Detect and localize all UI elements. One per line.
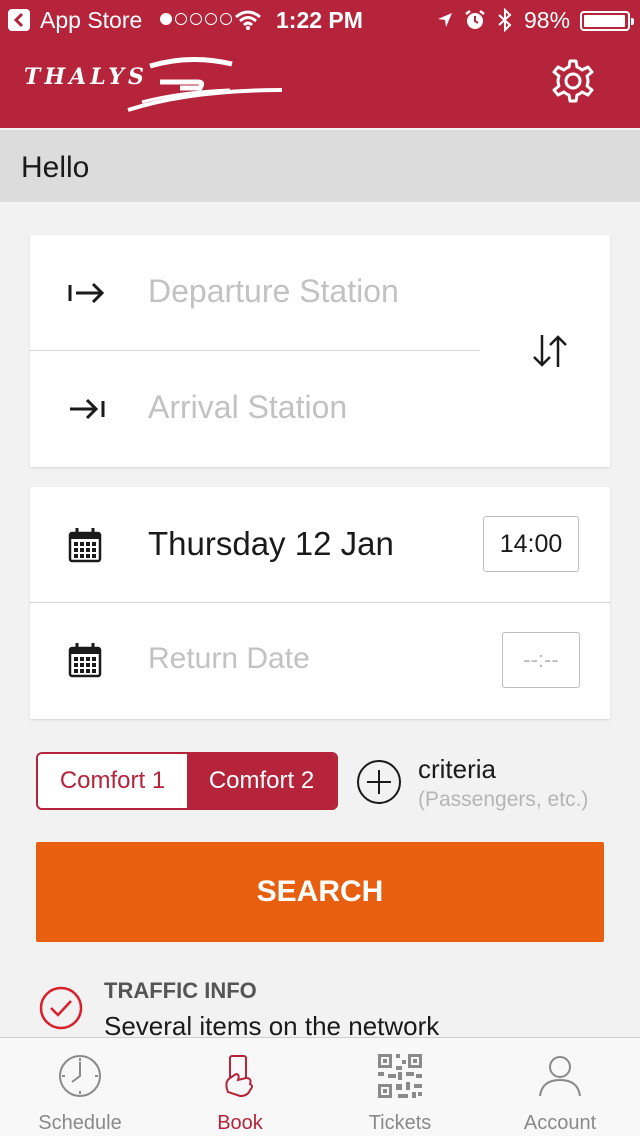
check-circle-icon — [39, 986, 83, 1030]
location-icon — [438, 13, 452, 27]
back-to-app-icon[interactable] — [8, 9, 30, 31]
calendar-icon — [68, 528, 102, 563]
tab-label: Book — [217, 1112, 263, 1134]
tab-account[interactable]: Account — [480, 1038, 640, 1136]
user-icon — [539, 1056, 581, 1097]
comfort-2-option[interactable]: Comfort 2 — [187, 754, 336, 808]
status-time: 1:22 PM — [276, 7, 363, 33]
outbound-date[interactable]: Thursday 12 Jan — [148, 525, 394, 563]
greeting-bar: Hello — [0, 130, 640, 202]
divider — [30, 350, 480, 351]
tab-tickets[interactable]: Tickets — [320, 1038, 480, 1136]
wifi-icon — [235, 10, 261, 30]
status-bar: App Store 1:22 PM 98% — [0, 0, 640, 40]
ticket-hand-icon — [225, 1055, 253, 1098]
alarm-icon — [465, 10, 485, 29]
search-button[interactable]: SEARCH — [36, 842, 604, 942]
return-time-field[interactable]: --:-- — [502, 632, 580, 688]
greeting-text: Hello — [21, 151, 90, 184]
calendar-icon — [68, 643, 102, 678]
tab-label: Account — [523, 1112, 597, 1134]
arrival-station-input[interactable]: Arrival Station — [148, 389, 347, 426]
comfort-selector: Comfort 1 Comfort 2 — [36, 752, 338, 810]
tab-label: Schedule — [38, 1112, 122, 1134]
tab-book[interactable]: Book — [160, 1038, 320, 1136]
divider — [30, 602, 610, 603]
signal-strength-icon — [160, 13, 232, 25]
tab-schedule[interactable]: Schedule — [0, 1038, 160, 1136]
swap-arrows-icon[interactable] — [530, 331, 570, 371]
departure-arrow-icon — [68, 282, 105, 304]
add-criteria-icon[interactable] — [356, 759, 402, 805]
arrival-arrow-icon — [70, 398, 105, 420]
thalys-logo: THALYS — [24, 56, 283, 116]
qr-code-icon — [378, 1054, 422, 1098]
outbound-time-field[interactable]: 14:00 — [483, 516, 579, 572]
tab-label: Tickets — [368, 1112, 432, 1134]
battery-icon — [580, 11, 634, 31]
comfort-1-option[interactable]: Comfort 1 — [38, 754, 187, 808]
gear-icon[interactable] — [550, 58, 596, 104]
tab-bar: Schedule Book Tickets Account — [0, 1037, 640, 1136]
battery-percent: 98% — [524, 7, 571, 33]
departure-station-input[interactable]: Departure Station — [148, 273, 399, 310]
criteria-subtitle: (Passengers, etc.) — [418, 788, 589, 811]
criteria-title[interactable]: criteria — [418, 754, 496, 785]
return-date-input[interactable]: Return Date — [148, 642, 310, 676]
back-app-label[interactable]: App Store — [40, 7, 142, 34]
dates-card: Thursday 12 Jan 14:00 Return Date --:-- — [30, 487, 610, 719]
app-header: App Store 1:22 PM 98% THALYS — [0, 0, 640, 128]
bluetooth-icon — [498, 8, 512, 32]
stations-card: Departure Station Arrival Station — [30, 235, 610, 467]
traffic-info-title[interactable]: TRAFFIC INFO — [104, 978, 257, 1004]
clock-icon — [59, 1055, 101, 1097]
